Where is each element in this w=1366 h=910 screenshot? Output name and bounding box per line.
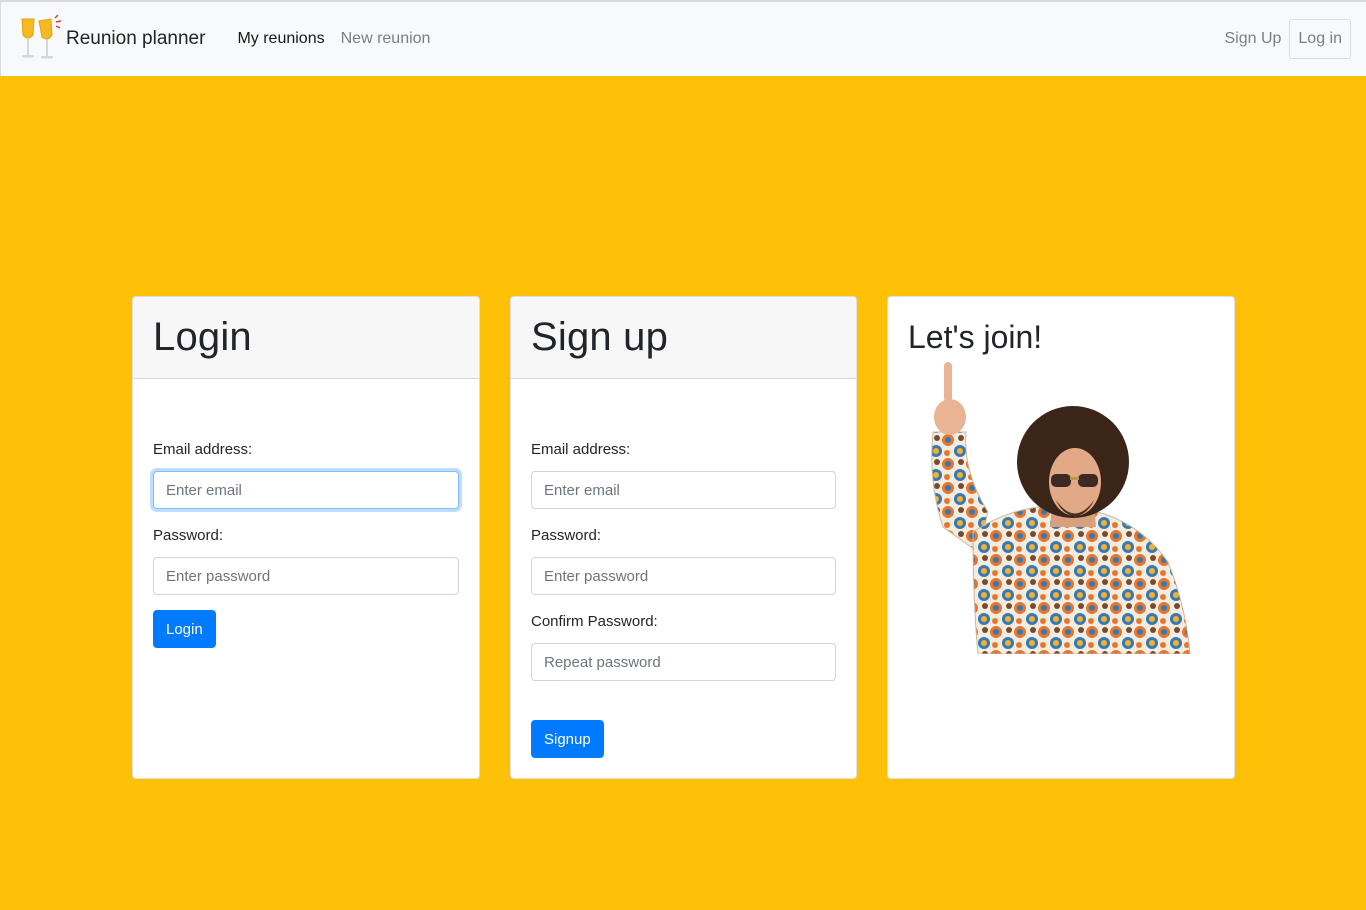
navbar: Reunion planner My reunions New reunion … <box>0 0 1366 76</box>
login-title: Login <box>153 315 252 359</box>
signup-confirm-input[interactable] <box>531 643 836 681</box>
signup-card: Sign up Email address: Password: Confirm… <box>510 296 857 779</box>
brand[interactable]: Reunion planner <box>18 15 205 63</box>
brand-name: Reunion planner <box>66 28 206 49</box>
signup-button[interactable]: Signup <box>531 720 604 758</box>
signup-password-input[interactable] <box>531 557 836 595</box>
nav-new-reunion[interactable]: New reunion <box>333 30 439 48</box>
login-password-input[interactable] <box>153 557 459 595</box>
login-card: Login Email address: Password: Login <box>132 296 480 779</box>
signup-confirm-label: Confirm Password: <box>531 613 658 630</box>
nav-links: My reunions New reunion <box>229 30 438 48</box>
login-email-label: Email address: <box>153 441 253 458</box>
nav-right: Sign Up Log in <box>1216 19 1351 59</box>
nav-signup-link[interactable]: Sign Up <box>1216 30 1289 48</box>
signup-password-label: Password: <box>531 527 602 544</box>
join-title: Let's join! <box>908 319 1043 355</box>
signup-card-header: Sign up <box>511 297 856 379</box>
login-password-label: Password: <box>153 527 224 544</box>
signup-email-input[interactable] <box>531 471 836 509</box>
login-card-header: Login <box>133 297 479 379</box>
signup-title: Sign up <box>531 315 669 359</box>
login-email-input[interactable] <box>153 471 459 509</box>
login-button[interactable]: Login <box>153 610 216 648</box>
champagne-glasses-icon <box>21 15 62 59</box>
nav-my-reunions[interactable]: My reunions <box>229 30 332 48</box>
person-pointing-up-image <box>931 362 1191 654</box>
join-card: Let's join! <box>887 296 1235 779</box>
nav-login-button[interactable]: Log in <box>1289 19 1351 59</box>
signup-email-label: Email address: <box>531 441 631 458</box>
